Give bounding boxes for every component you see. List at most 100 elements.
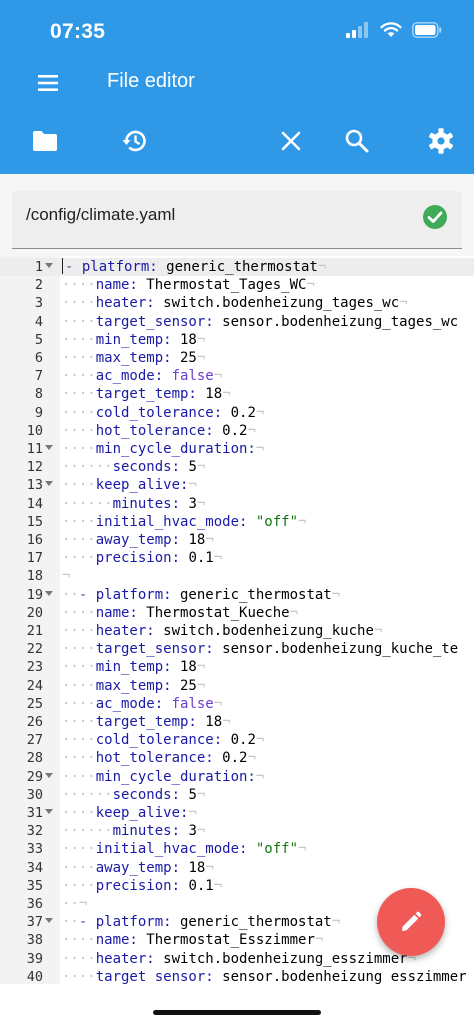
- code-line[interactable]: 6 ····max_temp: 25¬: [0, 349, 474, 367]
- indent-guide: ······: [62, 495, 113, 512]
- code-line[interactable]: 25 ····ac_mode: false¬: [0, 695, 474, 713]
- code-line[interactable]: 8 ····target_temp: 18¬: [0, 385, 474, 403]
- code-line[interactable]: 27 ····cold_tolerance: 0.2¬: [0, 731, 474, 749]
- code-line[interactable]: 19 ··- platform: generic_thermostat¬: [0, 586, 474, 604]
- line-number: 2: [34, 277, 43, 294]
- code-line[interactable]: 15 ····initial_hvac_mode: "off"¬: [0, 513, 474, 531]
- yaml-key: platform:: [95, 914, 172, 931]
- indent-guide: ····: [62, 623, 96, 639]
- line-number: 21: [26, 623, 43, 639]
- file-path-field[interactable]: /config/climate.yaml: [12, 191, 462, 249]
- code-line[interactable]: 2 ····name: Thermostat_Tages_WC¬: [0, 276, 474, 294]
- search-icon: [345, 129, 369, 153]
- wifi-icon: [380, 22, 402, 37]
- yaml-value: switch.bodenheizung_esszimmer: [154, 950, 408, 967]
- code-line[interactable]: 24 ····max_temp: 25¬: [0, 677, 474, 695]
- yaml-value: 0.2: [222, 732, 256, 749]
- search-button[interactable]: [342, 126, 372, 156]
- fold-arrow-icon[interactable]: [45, 590, 53, 596]
- eol-marker: ¬: [196, 659, 206, 676]
- eol-marker: ¬: [62, 568, 71, 585]
- code-line[interactable]: 18 ¬: [0, 567, 474, 585]
- fold-arrow-icon[interactable]: [45, 445, 53, 450]
- line-number: 26: [26, 714, 43, 730]
- code-line[interactable]: 31 ····keep_alive:¬: [0, 804, 474, 822]
- code-line[interactable]: 20 ····name: Thermostat_Kueche¬: [0, 604, 474, 622]
- yaml-key: cold_tolerance:: [95, 732, 223, 749]
- eol-marker: ¬: [196, 495, 206, 512]
- indent-guide: ··: [62, 586, 79, 603]
- line-content: ····name: Thermostat_Esszimmer¬: [62, 931, 323, 949]
- line-content: ····target_sensor: sensor.bodenheizung_t…: [62, 313, 458, 331]
- settings-button[interactable]: [426, 126, 456, 156]
- close-file-button[interactable]: [276, 126, 306, 156]
- yaml-value: 0.2: [213, 750, 248, 767]
- code-line[interactable]: 3 ····heater: switch.bodenheizung_tages_w…: [0, 294, 474, 312]
- line-number: 4: [34, 313, 43, 330]
- fold-arrow-icon[interactable]: [45, 772, 53, 778]
- code-line[interactable]: 28 ····hot_tolerance: 0.2¬: [0, 749, 474, 767]
- code-line[interactable]: 1 - platform: generic_thermostat¬: [0, 258, 474, 277]
- indent-guide: ····: [62, 659, 96, 676]
- code-line[interactable]: 12 ······seconds: 5¬: [0, 458, 474, 476]
- home-indicator[interactable]: [153, 1010, 321, 1015]
- code-line[interactable]: 10 ····hot_tolerance: 0.2¬: [0, 422, 474, 440]
- code-line[interactable]: 34 ····away_temp: 18¬: [0, 859, 474, 877]
- code-line[interactable]: 21 ····heater: switch.bodenheizung_kuche¬: [0, 622, 474, 640]
- line-number: 16: [26, 532, 43, 548]
- yaml-boolean: false: [163, 368, 214, 385]
- code-line[interactable]: 11 ····min_cycle_duration:¬: [0, 440, 474, 458]
- line-number: 3: [34, 295, 43, 312]
- yaml-string: "off": [247, 513, 299, 530]
- code-line[interactable]: 22 ····target_sensor: sensor.bodenheizung…: [0, 640, 474, 658]
- fold-arrow-icon[interactable]: [45, 263, 53, 268]
- editor-toolbar: [0, 106, 474, 174]
- line-content: ······seconds: 5¬: [62, 458, 205, 476]
- eol-marker: ¬: [222, 714, 231, 730]
- indent-guide: ······: [62, 459, 113, 476]
- menu-icon[interactable]: [36, 72, 62, 94]
- line-number: 37: [26, 914, 43, 931]
- indent-guide: ····: [62, 295, 96, 312]
- code-line[interactable]: 32 ······minutes: 3¬: [0, 822, 474, 840]
- yaml-value: 25: [171, 677, 197, 694]
- fold-arrow-icon[interactable]: [45, 809, 53, 814]
- code-line[interactable]: 17 ····precision: 0.1¬: [0, 549, 474, 567]
- code-line[interactable]: 16 ····away_temp: 18¬: [0, 531, 474, 549]
- eol-marker: ¬: [373, 623, 383, 639]
- history-button[interactable]: [120, 126, 150, 156]
- line-content: ····min_cycle_duration:¬: [62, 768, 264, 786]
- indent-guide: ····: [62, 841, 96, 858]
- code-line[interactable]: 13 ····keep_alive:¬: [0, 476, 474, 494]
- edit-fab-button[interactable]: [377, 888, 445, 956]
- fold-arrow-icon[interactable]: [45, 481, 53, 487]
- indent-guide: ····: [62, 550, 96, 567]
- code-editor[interactable]: 1- platform: generic_thermostat¬ 2 ····nam…: [0, 256, 474, 984]
- line-number: 18: [26, 568, 43, 585]
- code-line[interactable]: 23 ····min_temp: 18¬: [0, 658, 474, 676]
- line-content: ··¬: [62, 895, 87, 913]
- eol-marker: ¬: [399, 295, 408, 312]
- yaml-key: name:: [95, 277, 138, 294]
- code-line[interactable]: 7 ····ac_mode: false¬: [0, 367, 474, 385]
- line-number: 40: [26, 968, 43, 984]
- eol-marker: ¬: [331, 914, 341, 931]
- code-line[interactable]: 33 ····initial_hvac_mode: "off"¬: [0, 840, 474, 858]
- code-line[interactable]: 9 ····cold_tolerance: 0.2¬: [0, 404, 474, 422]
- line-number: 9: [34, 404, 43, 421]
- line-number: 32: [26, 823, 43, 840]
- code-line[interactable]: 30 ······seconds: 5¬: [0, 786, 474, 804]
- code-line[interactable]: 14 ······minutes: 3¬: [0, 495, 474, 513]
- yaml-key: platform:: [95, 586, 172, 603]
- line-content: ····ac_mode: false¬: [62, 367, 222, 385]
- eol-marker: ¬: [247, 422, 256, 439]
- browse-files-button[interactable]: [30, 126, 60, 156]
- code-line[interactable]: 5 ····min_temp: 18¬: [0, 331, 474, 349]
- yaml-value: 0.1: [180, 550, 214, 567]
- fold-arrow-icon[interactable]: [45, 918, 53, 924]
- indent-guide: ··: [62, 914, 79, 931]
- code-line[interactable]: 40 ····target_sensor: sensor.bodenheizung…: [0, 968, 474, 984]
- code-line[interactable]: 29 ····min_cycle_duration:¬: [0, 768, 474, 786]
- code-line[interactable]: 26 ····target_temp: 18¬: [0, 713, 474, 731]
- code-line[interactable]: 4 ····target_sensor: sensor.bodenheizung_…: [0, 313, 474, 331]
